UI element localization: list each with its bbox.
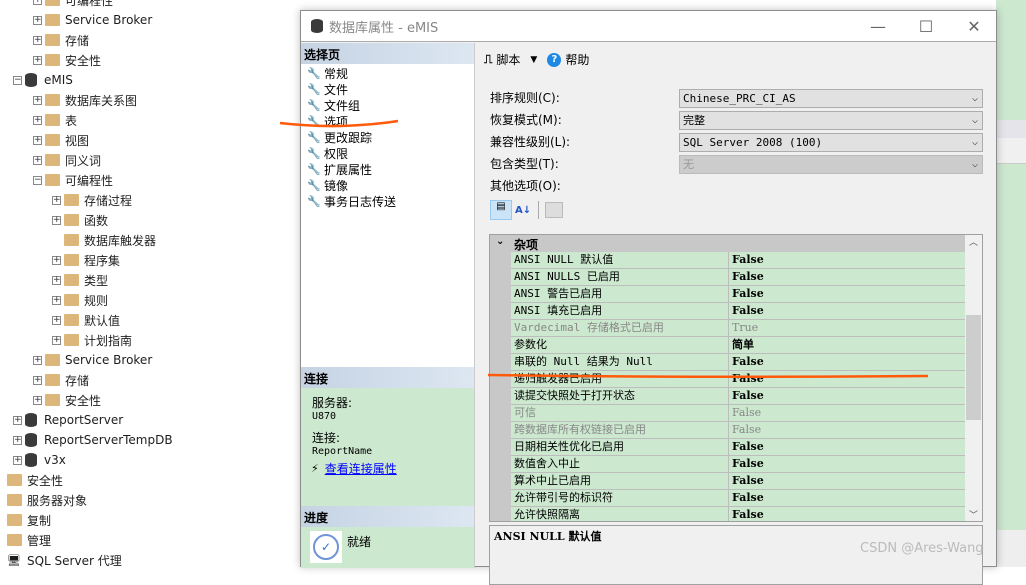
- annotation-underline-recursive-triggers: [487, 373, 929, 379]
- annotation-overlay: [279, 119, 929, 379]
- annotation-underline-options: [279, 119, 399, 128]
